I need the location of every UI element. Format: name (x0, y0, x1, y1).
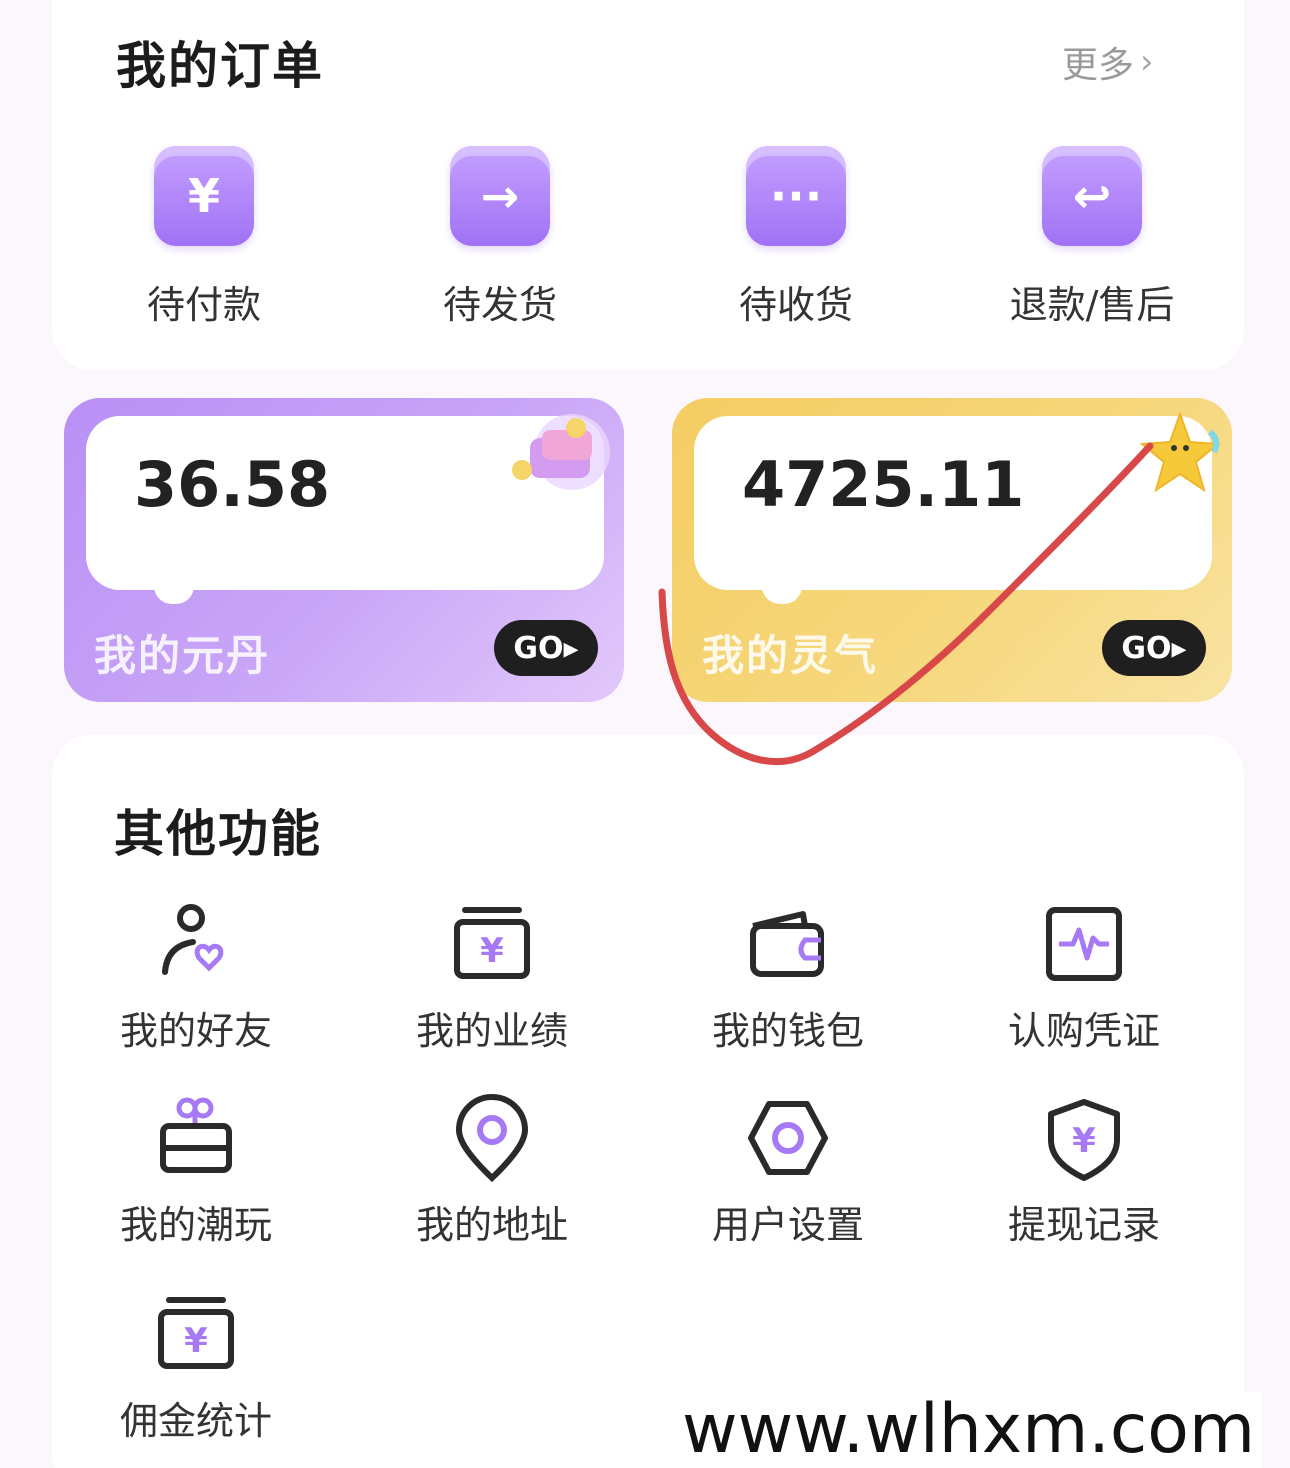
return-icon: ↩ (1042, 146, 1142, 246)
func-label: 提现记录 (1007, 1203, 1160, 1247)
svg-text:¥: ¥ (480, 931, 504, 971)
yen-box-icon: ¥ (447, 900, 537, 990)
order-label: 待付款 (146, 283, 261, 327)
lingqi-card[interactable]: 4725.11 我的灵气 GO▸ (672, 398, 1232, 702)
order-label: 待发货 (442, 283, 557, 327)
func-label: 我的业绩 (415, 1009, 568, 1053)
order-pending-receipt[interactable]: ··· 待收货 (666, 146, 926, 329)
watermark-text: www.wlhxm.com (676, 1392, 1262, 1468)
func-subscription-voucher[interactable]: 认购凭证 (954, 900, 1214, 1055)
func-my-toys[interactable]: 我的潮玩 (66, 1094, 326, 1249)
func-my-wallet[interactable]: 我的钱包 (658, 900, 918, 1055)
bubble-tail (762, 586, 802, 604)
func-withdraw-records[interactable]: ¥ 提现记录 (954, 1094, 1214, 1249)
func-my-address[interactable]: 我的地址 (362, 1094, 622, 1249)
arrow-right-icon: → (450, 146, 550, 246)
bubble-tail (154, 586, 194, 604)
func-label: 我的好友 (119, 1009, 272, 1053)
yen-box-icon: ¥ (151, 1290, 241, 1380)
star-illustration-icon (1139, 412, 1221, 493)
shield-yen-icon: ¥ (1039, 1094, 1129, 1184)
func-label: 我的钱包 (711, 1009, 864, 1053)
func-commission-stats[interactable]: ¥ 佣金统计 (66, 1290, 326, 1445)
func-label: 我的潮玩 (119, 1203, 272, 1247)
svg-text:¥: ¥ (1072, 1121, 1096, 1161)
more-label: 更多 (1062, 45, 1135, 86)
yuandan-value: 36.58 (134, 448, 331, 521)
dots-icon: ··· (746, 146, 846, 246)
gift-icon (151, 1094, 241, 1184)
location-icon (447, 1094, 537, 1184)
lingqi-name: 我的灵气 (702, 631, 879, 680)
yuandan-name: 我的元丹 (94, 631, 271, 680)
orders-title: 我的订单 (116, 37, 324, 95)
order-pending-shipment[interactable]: → 待发货 (370, 146, 630, 329)
orders-more-link[interactable]: 更多 › (1062, 36, 1154, 88)
settings-hex-icon (743, 1094, 833, 1184)
friend-heart-icon (151, 900, 241, 990)
order-pending-payment[interactable]: ¥ 待付款 (74, 146, 334, 329)
func-label: 佣金统计 (119, 1399, 272, 1443)
func-my-friends[interactable]: 我的好友 (66, 900, 326, 1055)
func-label: 用户设置 (711, 1203, 864, 1247)
yen-icon: ¥ (154, 146, 254, 246)
order-label: 退款/售后 (1009, 283, 1175, 327)
other-functions-title: 其他功能 (114, 805, 322, 863)
chevron-right-icon: › (1140, 42, 1154, 82)
yuandan-card[interactable]: 36.58 我的元丹 GO▸ (64, 398, 624, 702)
wallet-illustration-icon (512, 414, 610, 490)
order-label: 待收货 (738, 283, 853, 327)
lingqi-value: 4725.11 (742, 448, 1025, 521)
func-my-performance[interactable]: ¥ 我的业绩 (362, 900, 622, 1055)
pulse-icon (1039, 900, 1129, 990)
func-user-settings[interactable]: 用户设置 (658, 1094, 918, 1249)
svg-text:¥: ¥ (184, 1321, 208, 1361)
order-refund-aftersale[interactable]: ↩ 退款/售后 (962, 146, 1222, 329)
func-label: 认购凭证 (1007, 1009, 1160, 1053)
wallet-icon (743, 900, 833, 990)
func-label: 我的地址 (415, 1203, 568, 1247)
yuandan-go-button[interactable]: GO▸ (494, 620, 598, 676)
lingqi-go-button[interactable]: GO▸ (1102, 620, 1206, 676)
